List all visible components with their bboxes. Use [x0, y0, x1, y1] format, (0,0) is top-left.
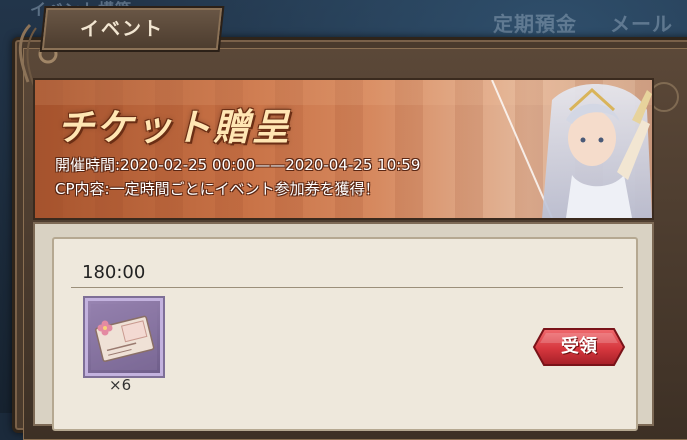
claim-button-label: 受領	[561, 336, 597, 357]
event-banner: チケット贈呈 開催時間:2020-02-25 00:00——2020-04-25…	[33, 78, 654, 220]
reward-card: 180:00 ×6 受領	[52, 237, 638, 431]
countdown-timer: 180:00	[82, 262, 146, 283]
character-illustration	[491, 80, 652, 218]
reward-item-slot[interactable]	[83, 296, 165, 378]
divider	[71, 287, 623, 288]
menu-deposit[interactable]: 定期預金	[493, 8, 577, 37]
claim-button[interactable]: 受領	[532, 327, 626, 367]
item-quantity: ×6	[109, 376, 132, 394]
menu-mail[interactable]: メール	[610, 8, 673, 37]
event-description: CP内容:一定時間ごとにイベント参加券を獲得！	[55, 180, 380, 198]
reward-panel: 180:00 ×6 受領	[33, 222, 654, 431]
ticket-icon	[91, 304, 157, 370]
banner-title: チケット贈呈	[57, 106, 291, 149]
tab-event-label: イベント	[80, 18, 165, 40]
event-period: 開催時間:2020-02-25 00:00——2020-04-25 10:59	[55, 156, 421, 174]
